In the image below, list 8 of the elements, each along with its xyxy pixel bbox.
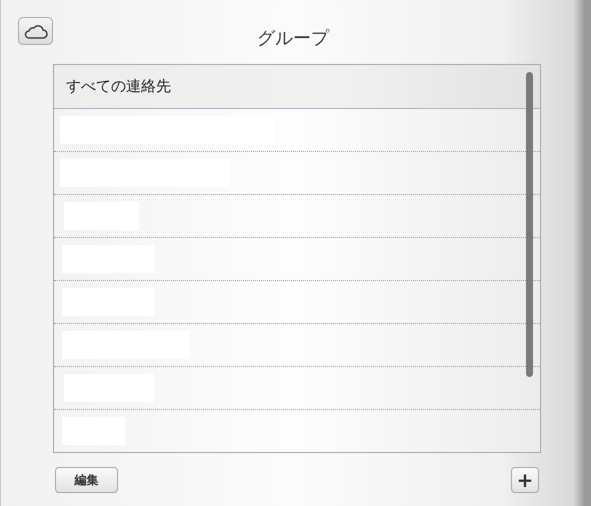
edit-button[interactable]: 編集 [55,467,118,493]
cloud-button[interactable] [18,17,53,45]
group-label: すべての連絡先 [66,77,171,96]
add-button[interactable]: + [511,467,539,493]
cloud-icon [24,24,48,38]
panel-title: グループ [256,27,330,50]
group-row[interactable]: すべての連絡先 [54,65,540,109]
scrollbar-thumb[interactable] [526,72,533,377]
